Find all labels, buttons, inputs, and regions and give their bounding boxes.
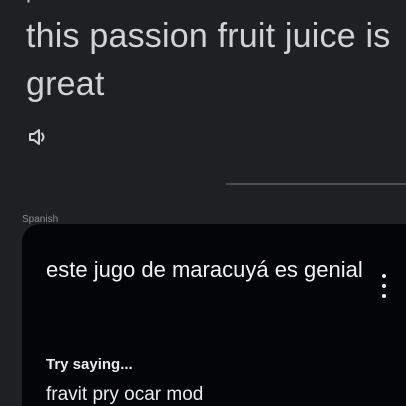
translation-card: este jugo de maracuyá es genial Try sayi… [22, 224, 406, 406]
more-vert-icon-dot [382, 284, 386, 288]
translate-screen: pas this passion fruit juice is great Sp… [0, 0, 406, 406]
more-vert-icon-dot [382, 294, 386, 298]
pronunciation-text: fravit pry ocar mod [46, 384, 204, 405]
previous-text-fragment: pas [26, 0, 61, 4]
source-text[interactable]: this passion fruit juice is great [26, 12, 406, 108]
more-vert-icon [382, 274, 386, 278]
speaker-icon [29, 129, 45, 145]
try-saying-label: Try saying... [46, 356, 133, 373]
section-divider [226, 183, 406, 185]
listen-source-button[interactable] [24, 124, 54, 150]
more-options-button[interactable] [372, 270, 396, 302]
translation-text[interactable]: este jugo de maracuyá es genial [46, 254, 366, 286]
